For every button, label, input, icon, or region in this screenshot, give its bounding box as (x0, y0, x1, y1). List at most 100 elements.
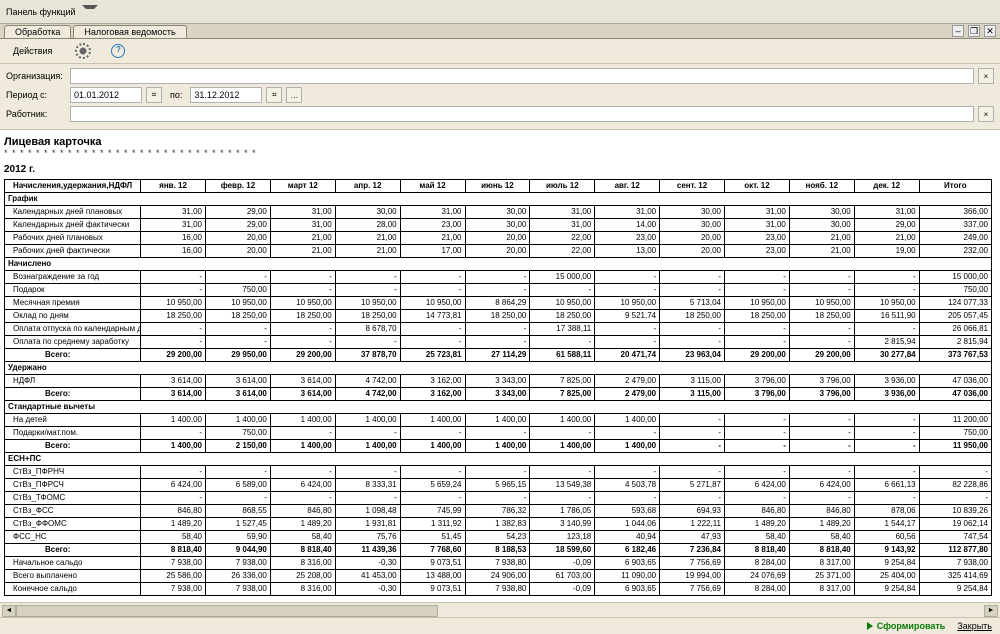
tab-report-label: Налоговая ведомость (84, 27, 175, 37)
scroll-thumb[interactable] (16, 605, 438, 617)
cell: 21,00 (789, 232, 854, 245)
cell: 3 936,00 (854, 388, 919, 401)
cell: - (789, 323, 854, 336)
cell: 1 400,00 (206, 414, 271, 427)
scroll-left-icon[interactable]: ◄ (2, 605, 16, 617)
cell: 1 044,06 (595, 518, 660, 531)
cell: 61 588,11 (530, 349, 595, 362)
cell: 7 938,00 (206, 557, 271, 570)
close-link[interactable]: Закрыть (957, 621, 992, 631)
cell: - (270, 284, 335, 297)
cell: 22,00 (530, 245, 595, 258)
cell: 8 333,31 (335, 479, 400, 492)
help-icon: ? (111, 44, 125, 58)
org-clear-button[interactable]: × (978, 68, 994, 84)
cell: - (530, 427, 595, 440)
cell: - (465, 427, 530, 440)
cell: - (270, 466, 335, 479)
tab-report[interactable]: Налоговая ведомость (73, 25, 186, 38)
cell: - (660, 440, 725, 453)
table-row: Вознаграждение за год------15 000,00----… (5, 271, 992, 284)
cell: - (400, 492, 465, 505)
run-button[interactable]: Сформировать (867, 621, 946, 631)
cell: 31,00 (854, 206, 919, 219)
settings-button[interactable] (68, 41, 98, 61)
cell: 9 254,84 (854, 583, 919, 596)
help-button[interactable]: ? (104, 42, 132, 60)
cell: 29,00 (854, 219, 919, 232)
cell: 31,00 (270, 206, 335, 219)
scroll-right-icon[interactable]: ► (984, 605, 998, 617)
cell: 1 400,00 (400, 440, 465, 453)
table-row: Всего выплачено25 586,0026 336,0025 208,… (5, 570, 992, 583)
cell: 14 773,81 (400, 310, 465, 323)
cell: - (595, 492, 660, 505)
row-label: Оплата по среднему заработку (5, 336, 141, 349)
window-close-button[interactable]: ✕ (984, 25, 996, 37)
cell: 8 818,40 (789, 544, 854, 557)
cell: - (660, 271, 725, 284)
cell: 31,00 (530, 219, 595, 232)
period-to-label: по: (170, 90, 182, 100)
cell: 16 511,90 (854, 310, 919, 323)
cell: 9 143,92 (854, 544, 919, 557)
cell: 694,93 (660, 505, 725, 518)
cell: 5 659,24 (400, 479, 465, 492)
table-row: Оплата по среднему заработку-----------2… (5, 336, 992, 349)
cell: 47 036,00 (919, 388, 991, 401)
window-minimize-button[interactable]: – (952, 25, 964, 37)
actions-button[interactable]: Действия (6, 44, 62, 58)
tab-processing[interactable]: Обработка (4, 25, 71, 38)
period-to-calendar-button[interactable]: ⌗ (266, 87, 282, 103)
tab-processing-label: Обработка (15, 27, 60, 37)
table-row: Календарных дней плановых31,0029,0031,00… (5, 206, 992, 219)
row-label: Всего выплачено (5, 570, 141, 583)
cell: 21,00 (789, 245, 854, 258)
org-input[interactable] (70, 68, 974, 84)
cell: - (141, 492, 206, 505)
cell: 2 479,00 (595, 388, 660, 401)
doc-divider: * * * * * * * * * * * * * * * * * * * * … (4, 148, 996, 158)
cell: 11 200,00 (919, 414, 991, 427)
table-row: СтВз_ПФРНЧ------------- (5, 466, 992, 479)
cell: - (141, 284, 206, 297)
cell: 11 439,36 (335, 544, 400, 557)
cell: - (854, 492, 919, 505)
period-from-calendar-button[interactable]: ⌗ (146, 87, 162, 103)
cell: - (400, 271, 465, 284)
cell: - (465, 466, 530, 479)
window-restore-button[interactable]: ❐ (968, 25, 980, 37)
cell: 20,00 (660, 232, 725, 245)
cell: 82 228,86 (919, 479, 991, 492)
cell: 18 599,60 (530, 544, 595, 557)
section-row: ЕСН+ПС (5, 453, 992, 466)
cell: 37 878,70 (335, 349, 400, 362)
cell: 7 825,00 (530, 388, 595, 401)
cell: 27 114,29 (465, 349, 530, 362)
cell: 58,40 (270, 531, 335, 544)
cell: 21,00 (335, 245, 400, 258)
period-from-input[interactable] (70, 87, 142, 103)
row-label: СтВз_ПФРНЧ (5, 466, 141, 479)
row-label: ФСС_НС (5, 531, 141, 544)
section-label: График (5, 193, 992, 206)
cell: - (919, 466, 991, 479)
cell: 1 489,20 (789, 518, 854, 531)
period-to-input[interactable] (190, 87, 262, 103)
worker-input[interactable] (70, 106, 974, 122)
cell: - (595, 336, 660, 349)
cell: - (465, 492, 530, 505)
row-label: НДФЛ (5, 375, 141, 388)
cell: - (789, 336, 854, 349)
cell: 31,00 (725, 206, 790, 219)
cell: 7 768,60 (400, 544, 465, 557)
cell: 3 614,00 (206, 375, 271, 388)
period-picker-button[interactable]: … (286, 87, 302, 103)
cell: 6 661,13 (854, 479, 919, 492)
worker-clear-button[interactable]: × (978, 106, 994, 122)
cell: - (400, 466, 465, 479)
panel-dropdown-icon[interactable] (82, 5, 98, 21)
row-label: Рабочих дней плановых (5, 232, 141, 245)
horizontal-scrollbar[interactable]: ◄ ► (0, 602, 1000, 618)
cell: 3 614,00 (141, 388, 206, 401)
